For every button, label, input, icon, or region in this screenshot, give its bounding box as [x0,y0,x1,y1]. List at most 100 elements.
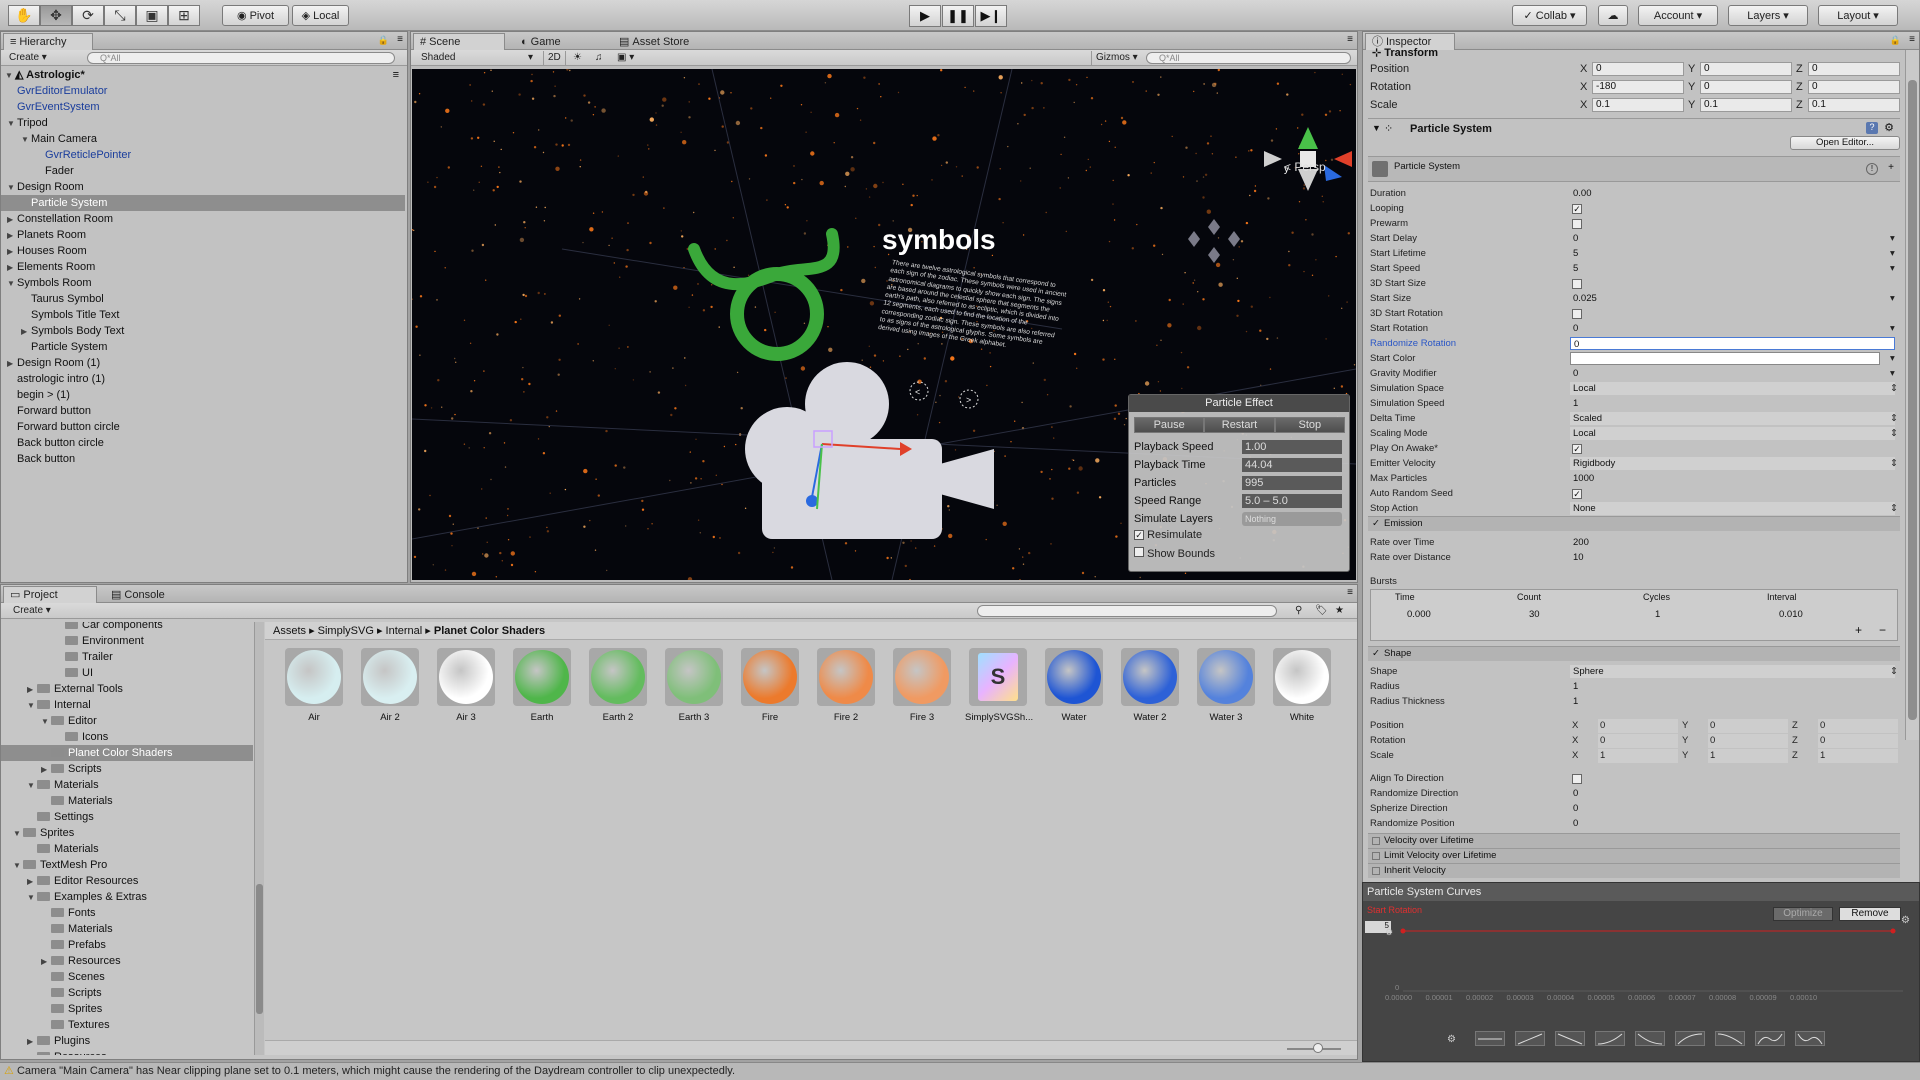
project-folder[interactable]: Materials [1,921,253,937]
project-folder[interactable]: Fonts [1,905,253,921]
add-icon[interactable]: + [1888,162,1894,173]
scene-menu-icon[interactable]: ≡ [393,67,399,83]
hierarchy-item[interactable]: Forward button [1,403,405,419]
asset-tile[interactable]: Fire 3 [889,648,955,723]
project-folder[interactable]: ▼ Editor [1,713,253,729]
transform-y-field[interactable]: 0 [1700,62,1792,76]
breadcrumb-item[interactable]: Assets [273,625,306,637]
chevron-down-icon[interactable]: ▼ [7,276,17,292]
tab-hierarchy[interactable]: ≡ Hierarchy [3,33,93,50]
tab-console[interactable]: ▤ Console [105,586,171,603]
cloud-button[interactable]: ☁ [1598,5,1628,26]
hierarchy-item[interactable]: GvrEventSystem [1,99,405,115]
tab-game[interactable]: ◐ Game [515,33,567,50]
prop-value[interactable]: 5 [1570,247,1895,260]
hierarchy-item[interactable]: Particle System [1,195,405,211]
chevron-right-icon[interactable]: ▶ [41,954,51,970]
add-burst-button[interactable]: + [1855,623,1862,637]
audio-icon[interactable]: ♫ [591,51,607,65]
project-folder[interactable]: ▶ Resources [1,953,253,969]
project-folder[interactable]: Trailer [1,649,253,665]
emission-module-header[interactable]: ✓ Emission [1368,516,1900,531]
checkbox[interactable] [1572,774,1582,784]
module-header[interactable]: Velocity over Lifetime [1368,833,1900,848]
curve-settings-icon[interactable]: ⚙ [1901,915,1910,926]
project-folder[interactable]: ▼ Internal [1,697,253,713]
hierarchy-item[interactable]: ▶ Design Room (1) [1,355,405,371]
prop-value[interactable]: 10 [1570,551,1895,564]
shape-y-field[interactable]: 0 [1708,719,1788,733]
particle-effect-restart-button[interactable]: Restart [1204,417,1275,433]
asset-tile[interactable]: Earth [509,648,575,723]
taurus-symbol[interactable] [688,228,840,361]
pause-button[interactable]: ❚❚ [942,5,974,27]
chevron-down-icon[interactable]: ▾ [1890,322,1895,336]
remove-button[interactable]: Remove [1839,907,1901,921]
transform-x-field[interactable]: 0.1 [1592,98,1684,112]
select-arrows-icon[interactable]: ⇕ [1890,382,1898,396]
chevron-right-icon[interactable]: ▶ [21,324,31,340]
chevron-right-icon[interactable]: ▶ [7,212,17,228]
curve-preset-button[interactable] [1515,1031,1545,1046]
project-folder[interactable]: ▶ Scripts [1,761,253,777]
curve-preset-button[interactable] [1755,1031,1785,1046]
chevron-right-icon[interactable]: ▶ [27,682,37,698]
curve-preset-button[interactable] [1595,1031,1625,1046]
lock-icon[interactable]: 🔒 [1890,35,1901,46]
scene-search-input[interactable]: Q*All [1146,52,1351,64]
particle-effect-row-value[interactable]: Nothing [1242,512,1342,526]
transform-z-field[interactable]: 0 [1808,80,1900,94]
local-button[interactable]: ◈ Local [292,5,349,26]
asset-tile[interactable]: Air 3 [433,648,499,723]
particle-effect-row-value[interactable]: 5.0 – 5.0 [1242,494,1342,508]
project-folder[interactable]: Materials [1,841,253,857]
asset-tile[interactable]: Air 2 [357,648,423,723]
breadcrumb-item[interactable]: Internal [386,625,423,637]
curve-preset-button[interactable] [1675,1031,1705,1046]
remove-burst-button[interactable]: − [1879,623,1886,637]
gear-icon[interactable]: ⚙ [1884,121,1894,134]
create-button[interactable]: Create ▾ [5,51,51,65]
asset-tile[interactable]: White [1269,648,1335,723]
layers-button[interactable]: Layers ▾ [1728,5,1808,26]
chevron-down-icon[interactable]: ▾ [1890,247,1895,261]
hierarchy-item[interactable]: Symbols Title Text [1,307,405,323]
scale-tool-icon[interactable]: ⤡ [104,5,136,26]
camera-gizmo[interactable] [745,362,994,539]
asset-tile[interactable]: Fire [737,648,803,723]
project-folder[interactable]: UI [1,665,253,681]
forward-button-circle[interactable]: > [959,389,979,409]
prop-value[interactable]: 1 [1570,680,1895,693]
prop-value[interactable]: 5 [1570,262,1895,275]
shape-z-field[interactable]: 1 [1818,749,1898,763]
hierarchy-item[interactable]: GvrReticlePointer [1,147,405,163]
hierarchy-item[interactable]: ▶ Constellation Room [1,211,405,227]
asset-tile[interactable]: Earth 3 [661,648,727,723]
chevron-down-icon[interactable]: ▼ [7,116,17,132]
chevron-down-icon[interactable]: ▼ [41,714,51,730]
2d-toggle[interactable]: 2D [543,51,566,65]
optimize-button[interactable]: Optimize [1773,907,1833,921]
tree-scrollbar[interactable] [254,622,264,1055]
shape-y-field[interactable]: 0 [1708,734,1788,748]
checkbox[interactable] [1572,279,1582,289]
chevron-down-icon[interactable]: ▾ [1890,232,1895,246]
prop-value[interactable]: Sphere [1570,665,1895,678]
tree-scrollbar-thumb[interactable] [256,884,263,1014]
prop-value[interactable]: 0.00 [1570,187,1895,200]
chevron-right-icon[interactable]: ▶ [7,260,17,276]
project-folder[interactable]: Scenes [1,969,253,985]
prop-value[interactable]: Local [1570,427,1895,440]
lighting-icon[interactable]: ☀ [569,51,586,65]
color-field[interactable] [1570,352,1880,365]
curve-key-start[interactable] [1400,928,1406,934]
chevron-down-icon[interactable]: ▾ [1890,352,1895,366]
asset-tile[interactable]: Fire 2 [813,648,879,723]
project-folder[interactable]: Environment [1,633,253,649]
prop-value[interactable]: 1000 [1570,472,1895,485]
checkbox-checked[interactable]: ✓ [1572,489,1582,499]
hierarchy-item[interactable]: Particle System [1,339,405,355]
burst-value[interactable]: 30 [1529,609,1639,620]
project-folder[interactable]: ▼ TextMesh Pro [1,857,253,873]
burst-value[interactable]: 0.000 [1407,609,1517,620]
